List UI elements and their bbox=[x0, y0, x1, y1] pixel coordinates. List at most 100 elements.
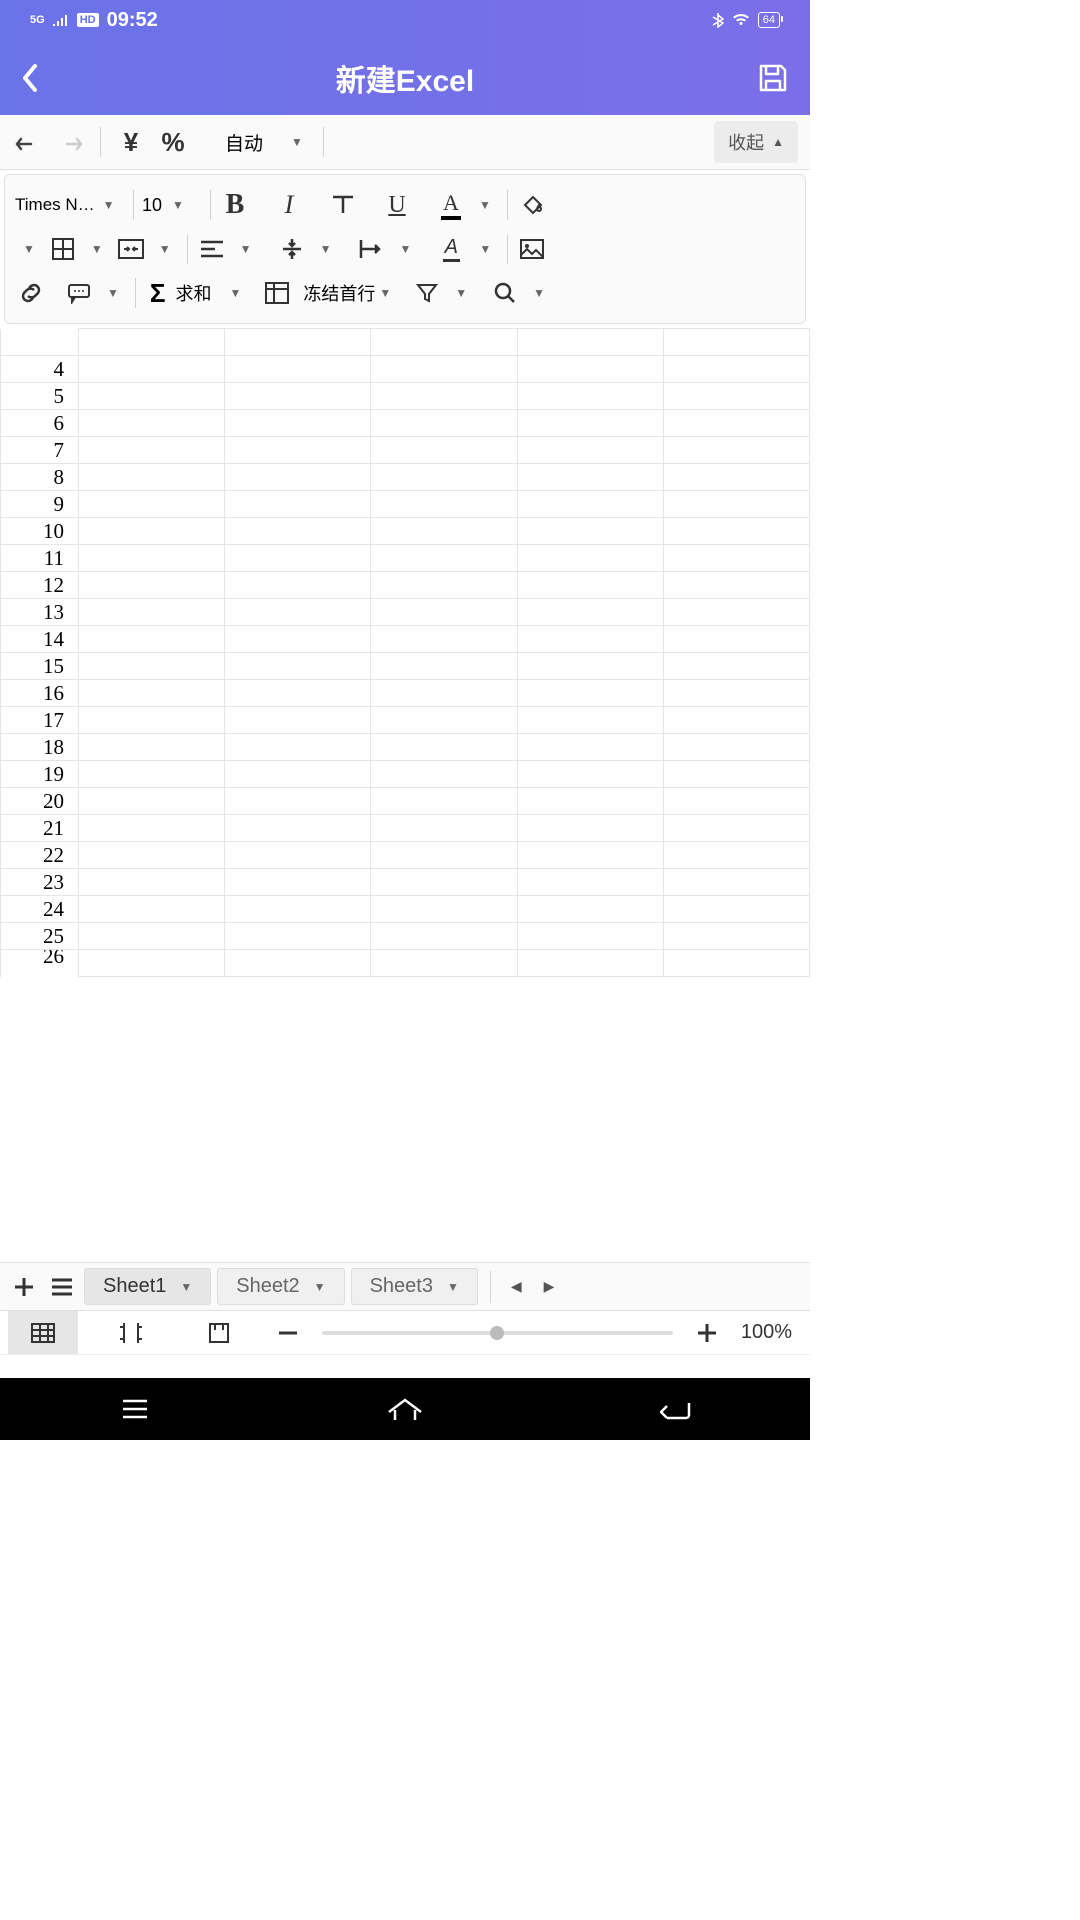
sheet-tab[interactable]: Sheet3▼ bbox=[351, 1268, 478, 1305]
find-button[interactable] bbox=[489, 275, 521, 311]
cell[interactable] bbox=[225, 626, 371, 653]
cell[interactable] bbox=[663, 734, 809, 761]
grid-row[interactable]: 13 bbox=[1, 599, 810, 626]
cell[interactable] bbox=[663, 626, 809, 653]
align-left-button[interactable] bbox=[196, 231, 228, 267]
grid-row[interactable]: 15 bbox=[1, 653, 810, 680]
cell[interactable] bbox=[371, 734, 517, 761]
cell[interactable] bbox=[371, 356, 517, 383]
cell[interactable] bbox=[517, 815, 663, 842]
cell[interactable] bbox=[79, 383, 225, 410]
all-sheets-button[interactable] bbox=[46, 1269, 78, 1305]
row-header[interactable]: 21 bbox=[1, 815, 79, 842]
cell[interactable] bbox=[663, 329, 809, 356]
row-header[interactable]: 11 bbox=[1, 545, 79, 572]
cell[interactable] bbox=[225, 518, 371, 545]
grid-row[interactable]: 7 bbox=[1, 437, 810, 464]
filter-button[interactable] bbox=[411, 275, 443, 311]
undo-button[interactable] bbox=[12, 124, 44, 160]
wrap-text-button[interactable] bbox=[355, 231, 387, 267]
grid-row[interactable]: 8 bbox=[1, 464, 810, 491]
percent-format-button[interactable]: % bbox=[157, 124, 189, 160]
cell[interactable] bbox=[79, 329, 225, 356]
cell[interactable] bbox=[225, 734, 371, 761]
row-header[interactable] bbox=[1, 329, 79, 356]
chevron-down-icon[interactable]: ▼ bbox=[222, 286, 250, 300]
cell[interactable] bbox=[517, 896, 663, 923]
row-header[interactable]: 16 bbox=[1, 680, 79, 707]
bold-button[interactable]: B bbox=[219, 187, 251, 223]
cell[interactable] bbox=[225, 761, 371, 788]
chevron-down-icon[interactable]: ▼ bbox=[83, 242, 111, 256]
cell[interactable] bbox=[79, 950, 225, 977]
cell[interactable] bbox=[79, 869, 225, 896]
sheet-tab[interactable]: Sheet2▼ bbox=[217, 1268, 344, 1305]
chevron-down-icon[interactable]: ▼ bbox=[525, 286, 553, 300]
cell[interactable] bbox=[79, 653, 225, 680]
cell[interactable] bbox=[225, 653, 371, 680]
cell[interactable] bbox=[79, 410, 225, 437]
cell[interactable] bbox=[517, 680, 663, 707]
cell[interactable] bbox=[79, 734, 225, 761]
cell[interactable] bbox=[225, 869, 371, 896]
cell[interactable] bbox=[517, 950, 663, 977]
cell[interactable] bbox=[663, 545, 809, 572]
cell[interactable] bbox=[79, 599, 225, 626]
add-sheet-button[interactable] bbox=[8, 1269, 40, 1305]
grid-row[interactable]: 25 bbox=[1, 923, 810, 950]
cell[interactable] bbox=[225, 923, 371, 950]
chevron-down-icon[interactable]: ▼ bbox=[391, 242, 419, 256]
currency-format-button[interactable]: ¥ bbox=[115, 124, 147, 160]
grid-row[interactable]: 9 bbox=[1, 491, 810, 518]
grid-row[interactable]: 19 bbox=[1, 761, 810, 788]
borders-button[interactable] bbox=[47, 231, 79, 267]
cell[interactable] bbox=[79, 788, 225, 815]
zoom-slider[interactable] bbox=[322, 1331, 673, 1335]
cell[interactable] bbox=[79, 572, 225, 599]
freeze-panes-icon[interactable] bbox=[261, 275, 293, 311]
cell[interactable] bbox=[517, 545, 663, 572]
cell[interactable] bbox=[79, 626, 225, 653]
cell[interactable] bbox=[371, 545, 517, 572]
cell[interactable] bbox=[225, 950, 371, 977]
cell[interactable] bbox=[663, 410, 809, 437]
cell[interactable] bbox=[663, 842, 809, 869]
insert-link-button[interactable] bbox=[15, 275, 47, 311]
cell[interactable] bbox=[371, 923, 517, 950]
number-format-dropdown[interactable]: 自动 ▼ bbox=[219, 129, 309, 156]
grid-row[interactable]: 4 bbox=[1, 356, 810, 383]
cell[interactable] bbox=[663, 599, 809, 626]
cell[interactable] bbox=[225, 383, 371, 410]
cell[interactable] bbox=[371, 653, 517, 680]
cell[interactable] bbox=[225, 356, 371, 383]
android-recents-button[interactable] bbox=[75, 1397, 195, 1421]
cell[interactable] bbox=[371, 383, 517, 410]
row-header[interactable]: 4 bbox=[1, 356, 79, 383]
cell[interactable] bbox=[517, 599, 663, 626]
row-header[interactable]: 14 bbox=[1, 626, 79, 653]
cell[interactable] bbox=[225, 545, 371, 572]
italic-button[interactable]: I bbox=[273, 187, 305, 223]
cell[interactable] bbox=[517, 788, 663, 815]
cell[interactable] bbox=[663, 869, 809, 896]
grid-row[interactable]: 5 bbox=[1, 383, 810, 410]
cell[interactable] bbox=[517, 923, 663, 950]
cell[interactable] bbox=[371, 437, 517, 464]
redo-button[interactable] bbox=[54, 124, 86, 160]
cell[interactable] bbox=[225, 815, 371, 842]
cell[interactable] bbox=[663, 896, 809, 923]
cell[interactable] bbox=[371, 680, 517, 707]
cell[interactable] bbox=[225, 491, 371, 518]
cell[interactable] bbox=[663, 950, 809, 977]
grid-row[interactable]: 11 bbox=[1, 545, 810, 572]
chevron-down-icon[interactable]: ▼ bbox=[232, 242, 260, 256]
cell[interactable] bbox=[371, 707, 517, 734]
chevron-down-icon[interactable]: ▼ bbox=[99, 286, 127, 300]
font-family-dropdown[interactable]: Times N… ▼ bbox=[15, 195, 125, 215]
row-header[interactable]: 25 bbox=[1, 923, 79, 950]
grid-row[interactable]: 10 bbox=[1, 518, 810, 545]
cell[interactable] bbox=[79, 545, 225, 572]
cell[interactable] bbox=[371, 869, 517, 896]
cell[interactable] bbox=[371, 410, 517, 437]
cell[interactable] bbox=[663, 653, 809, 680]
